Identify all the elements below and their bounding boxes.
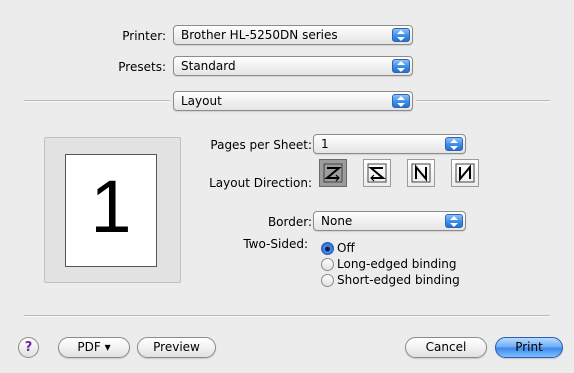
layout-direction-label: Layout Direction: xyxy=(209,176,312,190)
presets-popup[interactable]: Standard xyxy=(173,56,413,76)
layout-direction-reverse-z-button[interactable] xyxy=(363,159,391,187)
print-button[interactable]: Print xyxy=(495,337,563,358)
panel-value: Layout xyxy=(181,94,222,108)
preview-page-number: 1 xyxy=(90,165,132,248)
two-sided-off-radio[interactable] xyxy=(321,242,334,255)
layout-direction-reverse-n-button[interactable] xyxy=(451,159,479,187)
panel-separator-right xyxy=(416,100,550,102)
two-sided-short-edge-label: Short-edged binding xyxy=(337,273,460,287)
updown-arrows-icon xyxy=(445,214,463,228)
pages-per-sheet-popup[interactable]: 1 xyxy=(313,134,466,154)
border-popup[interactable]: None xyxy=(313,211,466,231)
two-sided-short-edge-radio[interactable] xyxy=(321,274,334,287)
presets-value: Standard xyxy=(181,59,236,73)
updown-arrows-icon xyxy=(392,59,410,73)
reverse-z-order-icon xyxy=(367,163,387,183)
layout-direction-z-button[interactable] xyxy=(319,159,347,187)
border-value: None xyxy=(321,214,353,228)
two-sided-label: Two-Sided: xyxy=(243,237,308,251)
pdf-button[interactable]: PDF ▾ xyxy=(58,337,130,358)
preview-button[interactable]: Preview xyxy=(137,337,216,358)
z-order-icon xyxy=(323,163,343,183)
pages-per-sheet-label: Pages per Sheet: xyxy=(210,138,312,152)
reverse-n-order-icon xyxy=(455,163,475,183)
two-sided-off-label: Off xyxy=(337,241,355,255)
pages-per-sheet-value: 1 xyxy=(321,137,329,151)
printer-label: Printer: xyxy=(122,29,166,43)
two-sided-long-edge-radio[interactable] xyxy=(321,258,334,271)
border-label: Border: xyxy=(267,215,312,229)
footer-separator xyxy=(24,315,550,317)
two-sided-long-edge-label: Long-edged binding xyxy=(337,257,457,271)
printer-value: Brother HL-5250DN series xyxy=(181,28,338,42)
updown-arrows-icon xyxy=(445,137,463,151)
presets-label: Presets: xyxy=(118,60,166,74)
panel-separator-left xyxy=(24,100,170,102)
updown-arrows-icon xyxy=(392,94,410,108)
cancel-button[interactable]: Cancel xyxy=(405,337,487,358)
layout-preview-page: 1 xyxy=(65,154,157,267)
panel-popup[interactable]: Layout xyxy=(173,91,413,111)
n-order-icon xyxy=(411,163,431,183)
printer-popup[interactable]: Brother HL-5250DN series xyxy=(173,25,413,45)
help-button[interactable]: ? xyxy=(18,337,39,358)
layout-direction-n-button[interactable] xyxy=(407,159,435,187)
updown-arrows-icon xyxy=(392,28,410,42)
